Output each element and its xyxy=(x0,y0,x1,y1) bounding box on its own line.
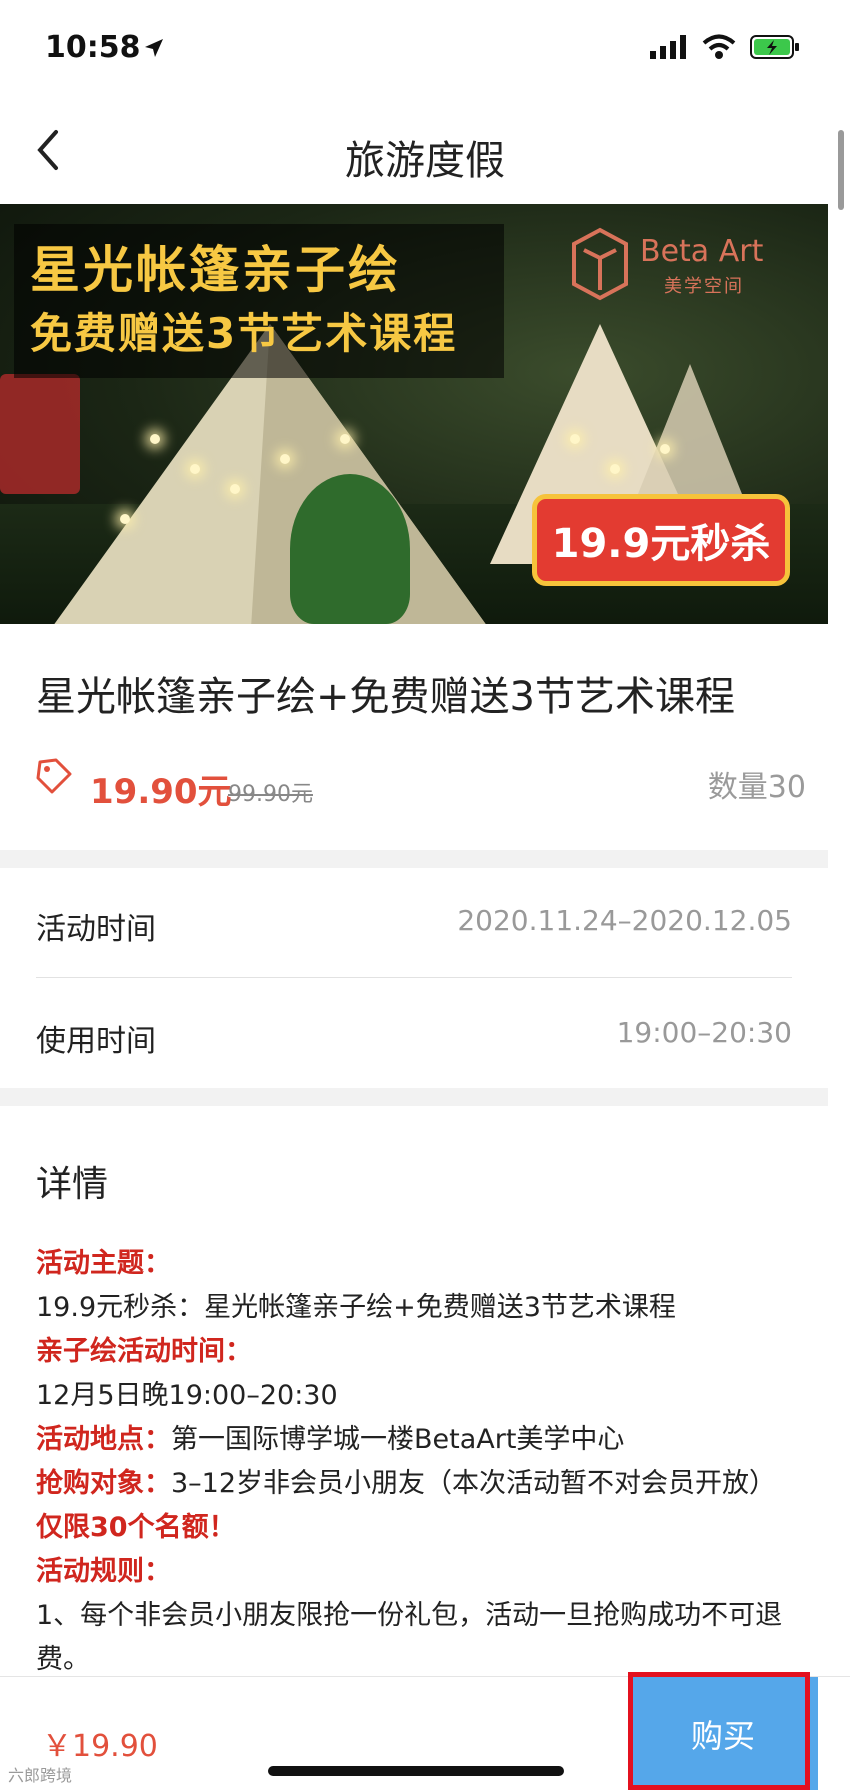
string-light xyxy=(610,464,620,474)
section-divider xyxy=(0,1088,828,1106)
time-label: 亲子绘活动时间： xyxy=(36,1336,252,1367)
watermark: 六郎跨境 xyxy=(8,1766,73,1785)
signal-icon xyxy=(650,35,686,59)
target-label: 抢购对象： xyxy=(36,1468,171,1499)
banner-headline: 星光帐篷亲子绘 xyxy=(30,241,401,299)
brand-subtitle: 美学空间 xyxy=(664,276,744,297)
string-light xyxy=(150,434,160,444)
place-label: 活动地点： xyxy=(36,1424,171,1455)
string-light xyxy=(570,434,580,444)
string-light xyxy=(340,434,350,444)
wifi-icon xyxy=(702,34,736,59)
banner-tent-drawing xyxy=(290,474,410,624)
seckill-badge: 19.9元秒杀 xyxy=(532,494,790,586)
product-price: 19.90元 xyxy=(90,772,232,812)
battery-icon xyxy=(750,35,799,59)
string-light xyxy=(660,444,670,454)
status-icons xyxy=(650,34,800,60)
string-light xyxy=(230,484,240,494)
row-divider xyxy=(36,977,792,978)
product-banner: 星光帐篷亲子绘 免费赠送3节艺术课程 Beta Art 美学空间 19.9元秒杀 xyxy=(0,204,828,624)
banner-tent-far xyxy=(630,364,750,514)
status-bar: 10:58 xyxy=(0,0,850,100)
theme-value: 19.9元秒杀：星光帐篷亲子绘+免费赠送3节艺术课程 xyxy=(36,1292,676,1323)
product-title: 星光帐篷亲子绘+免费赠送3节艺术课程 xyxy=(36,674,735,720)
string-light xyxy=(190,464,200,474)
place-value: 第一国际博学城一楼BetaArt美学中心 xyxy=(171,1424,625,1455)
beta-art-logo xyxy=(572,227,628,301)
page-title: 旅游度假 xyxy=(345,138,505,184)
use-time-value: 19:00–20:30 xyxy=(616,1016,792,1049)
banner-subheadline: 免费赠送3节艺术课程 xyxy=(30,309,458,358)
quantity-label: 数量30 xyxy=(707,770,806,805)
original-price: 99.90元 xyxy=(228,782,313,807)
rules-value: 1、每个非会员小朋友限抢一份礼包，活动一旦抢购成功不可退费。 xyxy=(36,1600,783,1675)
home-indicator[interactable] xyxy=(268,1766,564,1776)
target-value: 3–12岁非会员小朋友（本次活动暂不对会员开放） xyxy=(171,1468,777,1499)
target-limit: 仅限30个名额！ xyxy=(36,1512,236,1543)
activity-time-label: 活动时间 xyxy=(36,912,156,947)
details-heading: 详情 xyxy=(36,1164,109,1205)
buy-button-highlight xyxy=(628,1672,810,1790)
string-light xyxy=(120,514,130,524)
section-divider xyxy=(0,850,828,868)
activity-time-value: 2020.11.24–2020.12.05 xyxy=(457,904,792,937)
bottom-price: ￥19.90 xyxy=(42,1729,158,1764)
details-body: 活动主题： 19.9元秒杀：星光帐篷亲子绘+免费赠送3节艺术课程 亲子绘活动时间… xyxy=(36,1242,796,1682)
rules-label: 活动规则： xyxy=(36,1556,171,1587)
scrollbar[interactable] xyxy=(838,130,844,210)
status-time: 10:58 xyxy=(45,30,141,65)
brand-name: Beta Art xyxy=(640,234,764,269)
time-value: 12月5日晚19:00–20:30 xyxy=(36,1380,338,1411)
theme-label: 活动主题： xyxy=(36,1248,171,1279)
nav-bar: 旅游度假 xyxy=(0,100,850,204)
use-time-label: 使用时间 xyxy=(36,1024,156,1059)
string-light xyxy=(280,454,290,464)
price-tag-icon xyxy=(36,758,72,794)
location-arrow-icon xyxy=(145,39,163,57)
